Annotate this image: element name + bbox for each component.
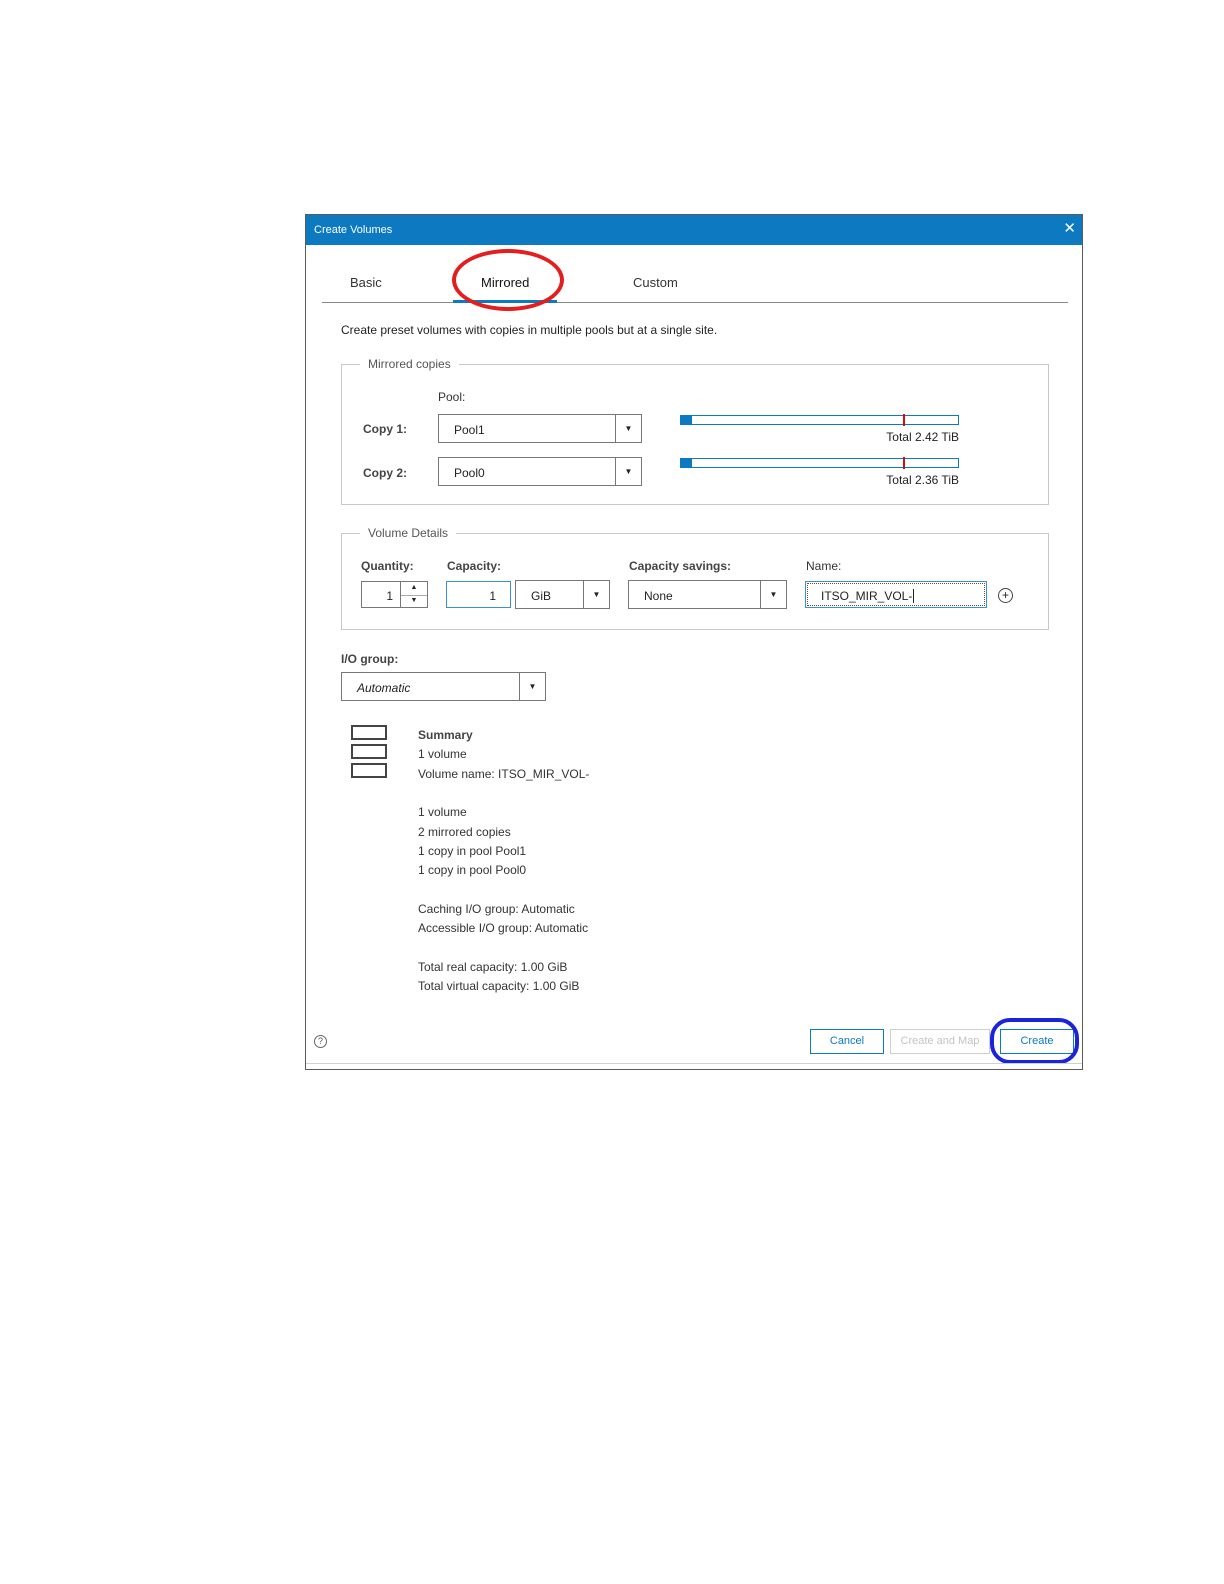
summary-line: Volume name: ITSO_MIR_VOL- (418, 766, 590, 781)
tab-basic[interactable]: Basic (350, 275, 382, 290)
volume-details-group: Volume Details (341, 526, 1049, 630)
tab-custom[interactable]: Custom (633, 275, 678, 290)
capacity-value: 1 (489, 589, 496, 603)
summary-line: Total real capacity: 1.00 GiB (418, 959, 568, 974)
io-group-value: Automatic (357, 681, 411, 695)
volume-stack-icon (351, 725, 389, 781)
dialog-title: Create Volumes (314, 224, 393, 236)
chevron-down-icon[interactable]: ▼ (760, 581, 786, 608)
add-name-plus-icon[interactable]: + (998, 588, 1013, 603)
summary-line: 1 volume (418, 747, 467, 762)
stepper-down-icon[interactable]: ▼ (401, 595, 427, 608)
summary-line: 2 mirrored copies (418, 824, 511, 839)
copy-2-label: Copy 2: (363, 466, 408, 480)
copy-2-total: Total 2.36 TiB (886, 473, 959, 487)
name-label: Name: (806, 559, 842, 573)
volume-details-legend: Volume Details (368, 526, 449, 540)
stepper-buttons: ▲ ▼ (400, 582, 427, 607)
create-and-map-button[interactable]: Create and Map (890, 1029, 990, 1054)
mirrored-copies-legend: Mirrored copies (368, 357, 451, 371)
create-button[interactable]: Create (1000, 1029, 1074, 1054)
cancel-button[interactable]: Cancel (810, 1029, 884, 1054)
dialog-titlebar: Create Volumes ✕ (306, 215, 1082, 245)
summary-line: Total virtual capacity: 1.00 GiB (418, 979, 580, 994)
copy-2-threshold-mark (902, 457, 905, 469)
copy-1-label: Copy 1: (363, 422, 408, 436)
capacity-input[interactable]: 1 (446, 581, 511, 608)
capacity-unit-value: GiB (531, 589, 552, 603)
quantity-value: 1 (386, 589, 393, 603)
tab-bar: Basic Mirrored Custom (322, 267, 1068, 303)
capacity-label: Capacity: (447, 559, 502, 573)
close-icon[interactable]: ✕ (1063, 219, 1076, 237)
dialog-description: Create preset volumes with copies in mul… (341, 323, 718, 337)
copy-1-capacity-fill (681, 416, 693, 424)
tab-mirrored[interactable]: Mirrored (452, 275, 559, 303)
copy-2-pool-select[interactable]: Pool0 ▼ (438, 457, 642, 486)
summary-line: 1 volume (418, 805, 467, 820)
chevron-down-icon[interactable]: ▼ (615, 458, 641, 485)
io-group-label: I/O group: (341, 652, 399, 666)
capacity-savings-label: Capacity savings: (629, 559, 732, 573)
copy-1-threshold-mark (902, 414, 905, 426)
quantity-stepper[interactable]: 1 ▲ ▼ (361, 581, 428, 608)
quantity-label: Quantity: (361, 559, 414, 573)
copy-2-capacity-bar (680, 457, 959, 469)
pool-header: Pool: (438, 390, 466, 404)
chevron-down-icon[interactable]: ▼ (519, 673, 545, 700)
summary-panel: Summary 1 volume Volume name: ITSO_MIR_V… (418, 726, 589, 996)
copy-1-pool-select[interactable]: Pool1 ▼ (438, 414, 642, 443)
volume-name-input[interactable]: ITSO_MIR_VOL- (805, 581, 987, 608)
chevron-down-icon[interactable]: ▼ (615, 415, 641, 442)
capacity-savings-select[interactable]: None ▼ (628, 580, 787, 609)
stepper-up-icon[interactable]: ▲ (401, 582, 427, 596)
summary-line: Caching I/O group: Automatic (418, 901, 575, 916)
copy-1-total: Total 2.42 TiB (886, 430, 959, 444)
copy-2-pool-value: Pool0 (454, 466, 485, 480)
summary-line: Accessible I/O group: Automatic (418, 921, 589, 936)
help-icon[interactable]: ? (314, 1035, 327, 1048)
copy-1-pool-value: Pool1 (454, 423, 485, 437)
volume-name-value: ITSO_MIR_VOL- (821, 589, 915, 603)
summary-line: 1 copy in pool Pool0 (418, 863, 527, 878)
copy-1-capacity-bar (680, 414, 959, 426)
capacity-savings-value: None (644, 589, 673, 603)
create-volumes-dialog: Create Volumes ✕ Basic Mirrored Custom C… (305, 214, 1083, 1070)
copy-2-capacity-fill (681, 459, 693, 467)
capacity-unit-select[interactable]: GiB ▼ (515, 580, 610, 609)
io-group-select[interactable]: Automatic ▼ (341, 672, 546, 701)
summary-title: Summary (418, 728, 473, 742)
summary-line: 1 copy in pool Pool1 (418, 844, 527, 859)
footer-divider (306, 1063, 1082, 1064)
chevron-down-icon[interactable]: ▼ (583, 581, 609, 608)
